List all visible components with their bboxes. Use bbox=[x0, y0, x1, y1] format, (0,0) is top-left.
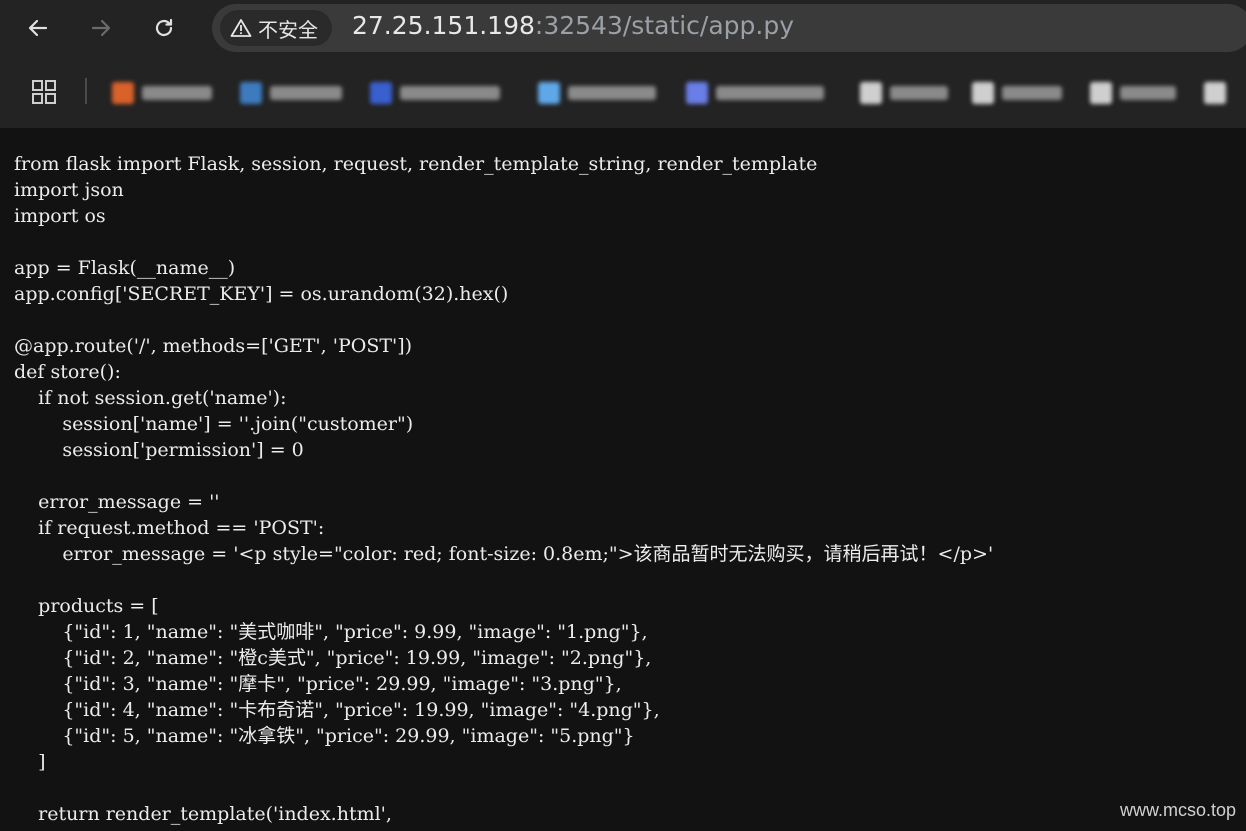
bookmark-item[interactable] bbox=[538, 78, 656, 108]
bookmark-item[interactable] bbox=[240, 78, 342, 108]
bookmark-label-blurred bbox=[1002, 86, 1062, 100]
reload-button[interactable] bbox=[146, 10, 182, 46]
warning-triangle-icon bbox=[230, 18, 252, 38]
code-line: import json bbox=[14, 179, 124, 201]
bookmark-label-blurred bbox=[142, 86, 212, 100]
bookmark-item[interactable] bbox=[1090, 78, 1176, 108]
security-indicator[interactable]: 不安全 bbox=[220, 10, 332, 46]
bookmark-label-blurred bbox=[890, 86, 948, 100]
bookmark-favicon bbox=[860, 82, 882, 104]
arrow-left-icon bbox=[28, 19, 48, 37]
forward-button[interactable] bbox=[83, 10, 119, 46]
bookmark-label-blurred bbox=[400, 86, 500, 100]
source-code-view: from flask import Flask, session, reques… bbox=[0, 128, 1246, 831]
bookmark-item[interactable] bbox=[1204, 78, 1226, 108]
bookmark-item[interactable] bbox=[686, 78, 824, 108]
bookmark-favicon bbox=[370, 82, 392, 104]
code-line: {"id": 5, "name": "冰拿铁", "price": 29.99,… bbox=[14, 725, 635, 747]
code-line: {"id": 3, "name": "摩卡", "price": 29.99, … bbox=[14, 673, 622, 695]
bookmark-favicon bbox=[686, 82, 708, 104]
reload-icon bbox=[155, 18, 173, 37]
code-line: if request.method == 'POST': bbox=[14, 517, 325, 539]
back-button[interactable] bbox=[20, 10, 56, 46]
code-line: app.config['SECRET_KEY'] = os.urandom(32… bbox=[14, 283, 509, 305]
code-line: {"id": 2, "name": "橙c美式", "price": 19.99… bbox=[14, 647, 652, 669]
code-line: import os bbox=[14, 205, 106, 227]
bookmark-item[interactable] bbox=[860, 78, 948, 108]
code-line: from flask import Flask, session, reques… bbox=[14, 153, 818, 175]
bookmark-label-blurred bbox=[716, 86, 824, 100]
bookmark-item[interactable] bbox=[112, 78, 212, 108]
apps-grid-icon[interactable] bbox=[30, 79, 58, 109]
security-label: 不安全 bbox=[258, 17, 318, 42]
bookmark-label-blurred bbox=[568, 86, 656, 100]
code-line: error_message = '' bbox=[14, 491, 220, 513]
bookmark-item[interactable] bbox=[972, 78, 1062, 108]
code-line: products = [ bbox=[14, 595, 159, 617]
code-line: def store(): bbox=[14, 361, 121, 383]
code-line: app = Flask(__name__) bbox=[14, 257, 236, 279]
bookmark-favicon bbox=[1090, 82, 1112, 104]
code-line: {"id": 1, "name": "美式咖啡", "price": 9.99,… bbox=[14, 621, 648, 643]
bookmark-favicon bbox=[1204, 82, 1226, 104]
code-line: ] bbox=[14, 751, 46, 773]
bookmark-favicon bbox=[112, 82, 134, 104]
code-line: session['name'] = ''.join("customer") bbox=[14, 413, 414, 435]
watermark: www.mcso.top bbox=[1119, 800, 1236, 820]
code-line: {"id": 4, "name": "卡布奇诺", "price": 19.99… bbox=[14, 699, 660, 721]
code-line: error_message = '<p style="color: red; f… bbox=[14, 543, 994, 565]
bookmark-label-blurred bbox=[1120, 86, 1176, 100]
bookmarks-divider bbox=[85, 78, 87, 104]
bookmark-favicon bbox=[240, 82, 262, 104]
bookmark-item[interactable] bbox=[370, 78, 500, 108]
url-path: :32543/static/app.py bbox=[534, 11, 795, 40]
bookmark-label-blurred bbox=[270, 86, 342, 100]
code-line: @app.route('/', methods=['GET', 'POST']) bbox=[14, 335, 413, 357]
arrow-right-icon bbox=[91, 19, 111, 37]
bookmark-favicon bbox=[972, 82, 994, 104]
bookmark-favicon bbox=[538, 82, 560, 104]
code-line: if not session.get('name'): bbox=[14, 387, 287, 409]
url-text[interactable]: 27.25.151.198:32543/static/app.py bbox=[352, 11, 794, 40]
code-line: return render_template('index.html', bbox=[14, 803, 392, 825]
code-line: session['permission'] = 0 bbox=[14, 439, 304, 461]
url-host: 27.25.151.198 bbox=[352, 11, 535, 40]
